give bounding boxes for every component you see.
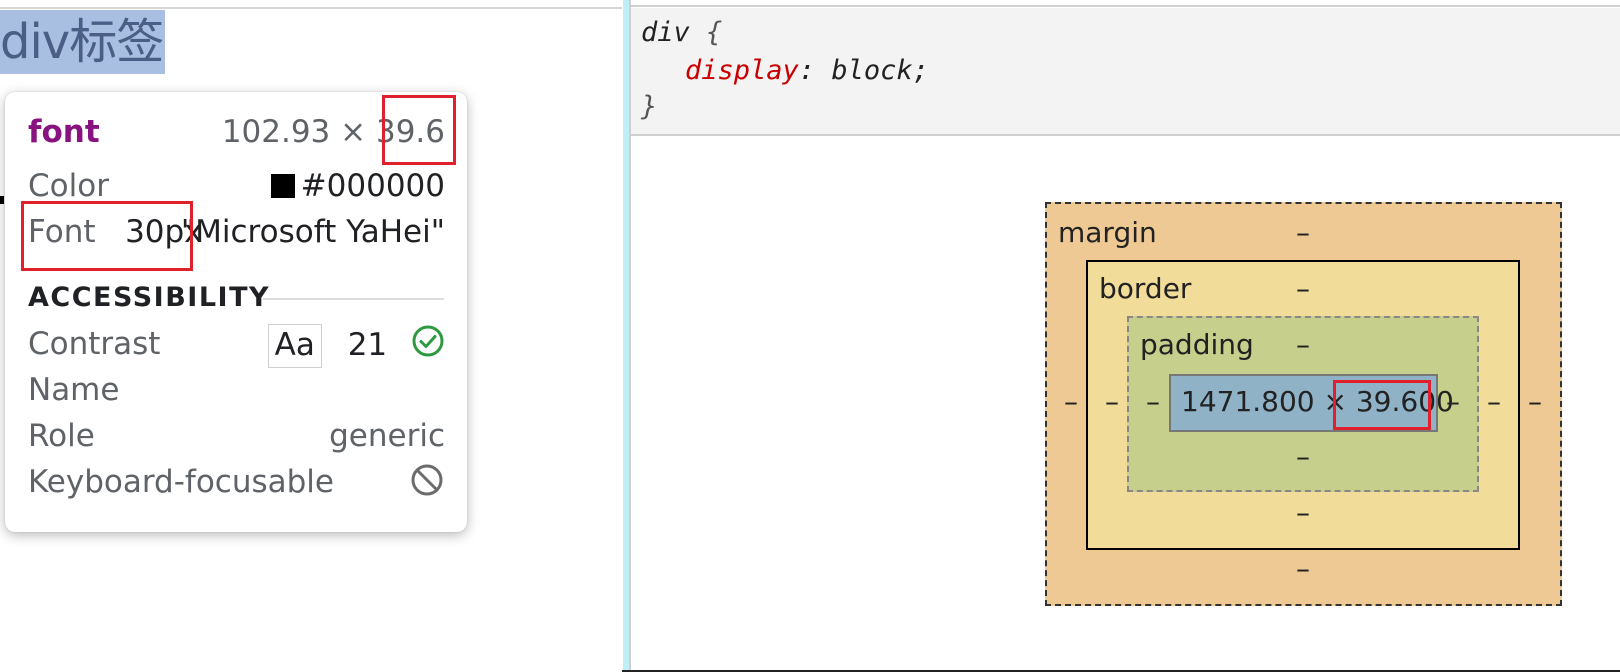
check-circle-icon bbox=[411, 324, 445, 368]
highlighted-div-element[interactable]: div标签 bbox=[0, 10, 166, 74]
margin-left-value[interactable]: – bbox=[1059, 385, 1083, 419]
contrast-value-group: Aa 21 bbox=[267, 324, 445, 368]
font-label: Font bbox=[28, 214, 96, 250]
color-label: Color bbox=[28, 168, 109, 204]
margin-right-value[interactable]: – bbox=[1523, 385, 1547, 419]
keyboard-row: Keyboard-focusable bbox=[28, 462, 445, 502]
font-label-group: Font 30px bbox=[28, 212, 203, 252]
padding-left-value[interactable]: – bbox=[1141, 385, 1165, 419]
color-row: Color #000000 bbox=[28, 166, 445, 206]
element-dimensions: 102.93 × 39.6 bbox=[221, 114, 445, 150]
padding-right-value[interactable]: – bbox=[1441, 385, 1465, 419]
content-size[interactable]: 1471.800 × 39.600 bbox=[1181, 385, 1454, 419]
contrast-ratio: 21 bbox=[347, 326, 388, 363]
page-top-divider bbox=[0, 7, 622, 9]
rule-declaration[interactable]: display: block; bbox=[685, 54, 929, 88]
element-tag: font bbox=[28, 114, 100, 150]
padding-label: padding bbox=[1140, 328, 1254, 361]
user-agent-style-rule[interactable]: div { display: block; } bbox=[631, 8, 1620, 136]
open-brace: { bbox=[706, 17, 723, 48]
css-property-name[interactable]: display bbox=[685, 55, 799, 86]
role-row: Role generic bbox=[28, 416, 445, 456]
role-label: Role bbox=[28, 418, 95, 454]
color-value: #000000 bbox=[270, 166, 445, 206]
keyboard-status bbox=[409, 462, 445, 508]
border-left-value[interactable]: – bbox=[1100, 385, 1124, 419]
rule-selector[interactable]: div bbox=[641, 17, 690, 48]
css-property-value[interactable]: block; bbox=[831, 55, 929, 86]
tooltip-header: font 102.93 × 39.6 bbox=[28, 112, 445, 152]
keyboard-label: Keyboard-focusable bbox=[28, 464, 334, 500]
font-row: Font 30px "Microsoft YaHei" bbox=[28, 212, 445, 252]
rule-selector-line: div { bbox=[641, 16, 722, 50]
color-swatch-icon bbox=[270, 174, 295, 198]
margin-top-value[interactable]: – bbox=[1291, 216, 1315, 250]
border-top-value[interactable]: – bbox=[1291, 272, 1315, 306]
contrast-row: Contrast Aa 21 bbox=[28, 324, 445, 368]
border-bottom-value[interactable]: – bbox=[1291, 496, 1315, 530]
contrast-label: Contrast bbox=[28, 326, 161, 362]
obscured-text-fragment bbox=[0, 196, 4, 204]
role-value: generic bbox=[329, 418, 445, 454]
padding-bottom-value[interactable]: – bbox=[1291, 440, 1315, 474]
name-row: Name bbox=[28, 370, 445, 410]
border-right-value[interactable]: – bbox=[1482, 385, 1506, 419]
accessibility-heading: ACCESSIBILITY bbox=[28, 282, 271, 313]
margin-label: margin bbox=[1058, 216, 1157, 249]
name-label: Name bbox=[28, 372, 120, 408]
section-divider bbox=[263, 298, 444, 300]
rule-close-line: } bbox=[641, 90, 657, 124]
styles-top-divider bbox=[631, 5, 1620, 7]
inspect-tooltip: font 102.93 × 39.6 Color #000000 Font 30… bbox=[5, 92, 467, 532]
margin-bottom-value[interactable]: – bbox=[1291, 552, 1315, 586]
color-hex: #000000 bbox=[300, 168, 445, 204]
padding-top-value[interactable]: – bbox=[1291, 328, 1315, 362]
border-label: border bbox=[1099, 272, 1192, 305]
not-allowed-icon bbox=[409, 462, 445, 508]
contrast-sample: Aa bbox=[267, 324, 322, 368]
close-brace: } bbox=[641, 91, 658, 122]
font-family: "Microsoft YaHei" bbox=[180, 214, 445, 250]
